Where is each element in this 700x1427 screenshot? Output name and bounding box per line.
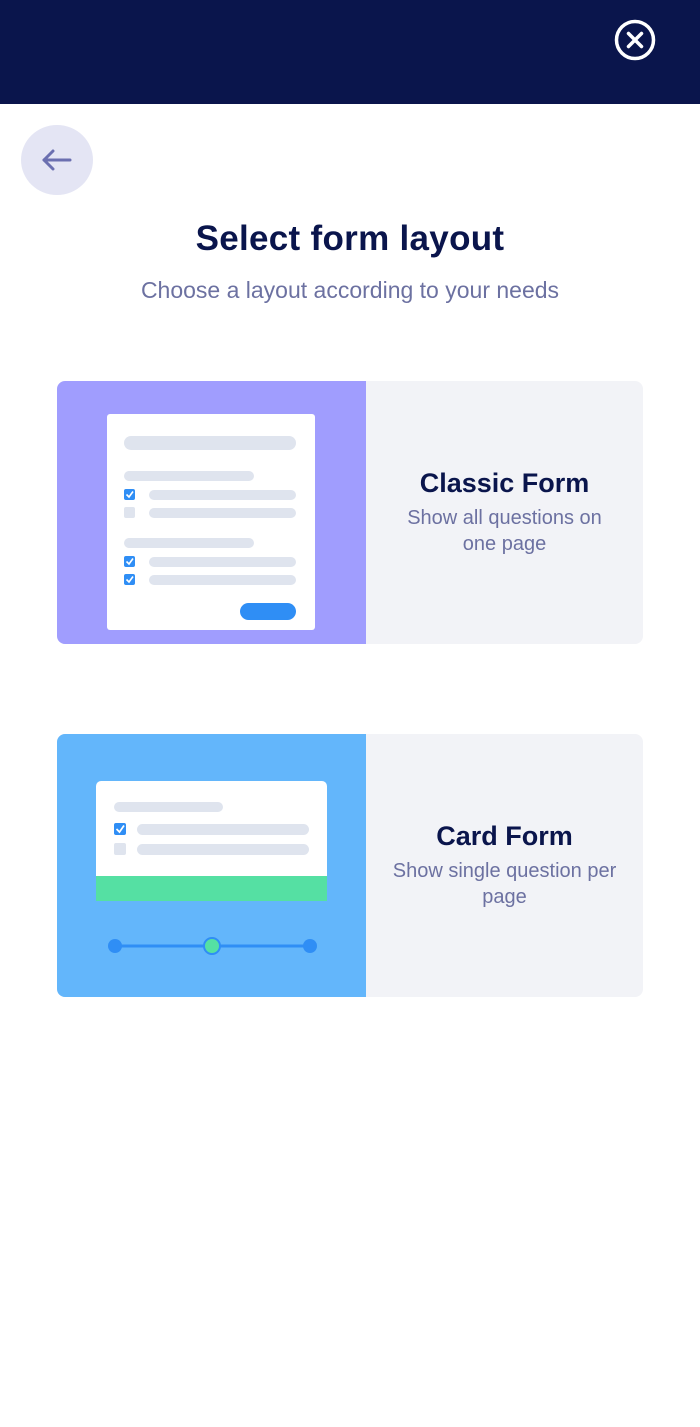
back-button[interactable] (21, 125, 93, 195)
classic-form-text: Classic Form Show all questions on one p… (366, 381, 643, 644)
page-title: Select form layout (195, 219, 505, 258)
classic-form-illustration (57, 381, 366, 644)
classic-form-description: Show all questions on one page (407, 507, 602, 555)
card-form-description: Show single question per page (392, 860, 617, 908)
card-form-text: Card Form Show single question per page (366, 734, 643, 997)
close-icon[interactable] (614, 19, 656, 61)
card-form-option[interactable]: Card Form Show single question per page (57, 734, 643, 997)
classic-form-option[interactable]: Classic Form Show all questions on one p… (57, 381, 643, 644)
arrow-left-icon (42, 149, 72, 171)
card-form-illustration (57, 734, 366, 997)
page-subtitle: Choose a layout according to your needs (140, 277, 560, 303)
top-bar (0, 0, 700, 104)
classic-form-title: Classic Form (419, 468, 590, 498)
card-form-title: Card Form (436, 821, 573, 851)
